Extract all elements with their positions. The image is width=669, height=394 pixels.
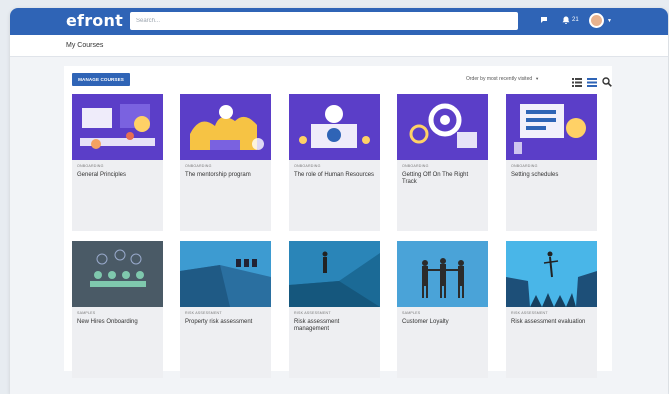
course-card[interactable]: RISK ASSESSMENT Risk assessment evaluati… <box>506 241 597 378</box>
chevron-down-icon[interactable]: ▼ <box>607 18 612 24</box>
course-card[interactable]: ONBOARDING Setting schedules <box>506 94 597 231</box>
course-card[interactable]: RISK ASSESSMENT Property risk assessment <box>180 241 271 378</box>
course-category: SAMPLES <box>402 311 421 315</box>
course-thumbnail <box>180 94 271 160</box>
course-card[interactable]: RISK ASSESSMENT Risk assessment manageme… <box>289 241 380 378</box>
course-card[interactable]: SAMPLES New Hires Onboarding <box>72 241 163 378</box>
course-category: RISK ASSESSMENT <box>511 311 548 315</box>
chevron-down-icon: ▼ <box>535 76 540 81</box>
page-title: My Courses <box>66 42 104 49</box>
course-thumbnail <box>72 94 163 160</box>
course-category: SAMPLES <box>77 311 96 315</box>
bell-icon[interactable] <box>562 16 570 27</box>
course-title[interactable]: The role of Human Resources <box>294 172 376 179</box>
course-category: RISK ASSESSMENT <box>185 311 222 315</box>
logo[interactable]: efront <box>66 11 123 30</box>
course-thumbnail <box>506 94 597 160</box>
course-title[interactable]: The mentorship program <box>185 172 267 179</box>
course-category: ONBOARDING <box>402 164 429 168</box>
course-category: RISK ASSESSMENT <box>294 311 331 315</box>
course-category: ONBOARDING <box>511 164 538 168</box>
course-thumbnail <box>72 241 163 307</box>
course-card[interactable]: ONBOARDING General Principles <box>72 94 163 231</box>
course-card[interactable]: ONBOARDING Getting Off On The Right Trac… <box>397 94 488 231</box>
course-thumbnail <box>397 94 488 160</box>
course-card[interactable]: SAMPLES Customer Loyalty <box>397 241 488 378</box>
manage-courses-button[interactable]: MANAGE COURSES <box>72 73 130 86</box>
course-thumbnail <box>180 241 271 307</box>
course-title[interactable]: General Principles <box>77 172 159 179</box>
course-title[interactable]: Risk assessment management <box>294 319 376 333</box>
course-card[interactable]: ONBOARDING The mentorship program <box>180 94 271 231</box>
course-title[interactable]: New Hires Onboarding <box>77 319 159 326</box>
course-thumbnail <box>397 241 488 307</box>
chat-icon[interactable] <box>540 16 548 27</box>
list-view-icon[interactable] <box>572 74 582 87</box>
course-thumbnail <box>289 241 380 307</box>
course-card[interactable]: ONBOARDING The role of Human Resources <box>289 94 380 231</box>
course-title[interactable]: Risk assessment evaluation <box>511 319 593 326</box>
course-title[interactable]: Setting schedules <box>511 172 593 179</box>
courses-panel: MANAGE COURSES Order by most recently vi… <box>64 66 612 378</box>
sort-label: Order by most recently visited <box>466 76 533 82</box>
avatar[interactable] <box>589 13 604 28</box>
search-icon[interactable] <box>602 74 612 87</box>
sort-dropdown[interactable]: Order by most recently visited ▼ <box>466 76 539 82</box>
search-input[interactable] <box>130 12 518 30</box>
app-window: efront 21 ▼ My Courses MANAGE COURSES Or… <box>10 8 668 394</box>
course-title[interactable]: Customer Loyalty <box>402 319 484 326</box>
notification-count: 21 <box>572 17 579 23</box>
top-navbar: efront 21 ▼ <box>10 8 668 35</box>
course-category: ONBOARDING <box>294 164 321 168</box>
grid-view-icon[interactable] <box>587 74 597 87</box>
course-category: ONBOARDING <box>185 164 212 168</box>
course-thumbnail <box>289 94 380 160</box>
subheader: My Courses <box>10 35 668 57</box>
course-thumbnail <box>506 241 597 307</box>
course-category: ONBOARDING <box>77 164 104 168</box>
course-title[interactable]: Getting Off On The Right Track <box>402 172 484 186</box>
course-title[interactable]: Property risk assessment <box>185 319 267 326</box>
